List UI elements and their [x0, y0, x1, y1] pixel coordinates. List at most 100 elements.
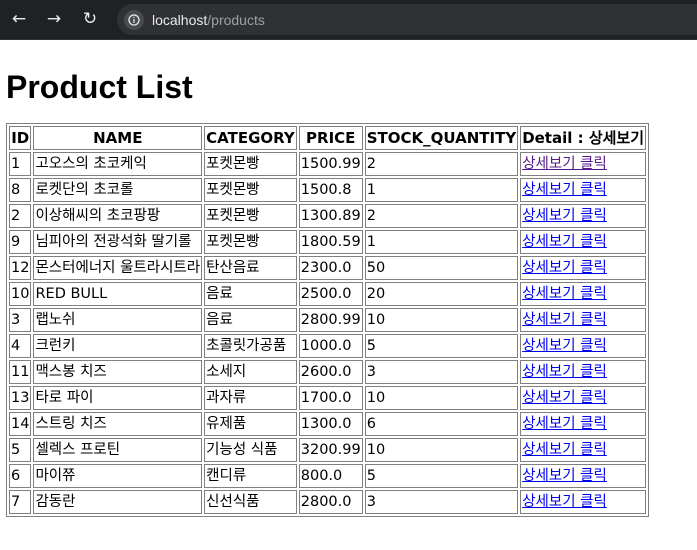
cell-name: 이상해씨의 초코팡팡 — [33, 204, 203, 228]
site-info-icon[interactable] — [124, 9, 144, 30]
back-arrow-icon[interactable]: ← — [8, 8, 30, 30]
cell-stock: 10 — [364, 386, 519, 410]
cell-stock: 5 — [364, 334, 519, 358]
cell-id: 13 — [9, 386, 32, 410]
url-text[interactable]: localhost/products — [152, 12, 265, 28]
cell-category: 기능성 식품 — [204, 438, 297, 462]
cell-stock: 3 — [364, 360, 519, 384]
cell-id: 7 — [9, 490, 32, 514]
cell-stock: 1 — [364, 230, 519, 254]
browser-toolbar: ← → ↻ localhost/products — [0, 0, 697, 40]
cell-id: 10 — [9, 282, 32, 306]
table-body: 1 고오스의 초코케익 포켓몬빵 1500.99 2 상세보기 클릭 8 로켓단의 초코롤 포켓… — [9, 152, 647, 514]
cell-price: 800.0 — [298, 464, 363, 488]
cell-name: 로켓단의 초코롤 — [33, 178, 203, 202]
cell-detail: 상세보기 클릭 — [520, 490, 647, 514]
detail-link[interactable]: 상세보기 클릭 — [522, 364, 607, 380]
detail-link[interactable]: 상세보기 클릭 — [522, 390, 607, 406]
cell-name: 님피아의 전광석화 딸기롤 — [33, 230, 203, 254]
forward-arrow-icon[interactable]: → — [43, 8, 65, 30]
cell-id: 1 — [9, 152, 32, 176]
table-row: 12 몬스터에너지 울트라시트라 탄산음료 2300.0 50 상세보기 클릭 — [9, 256, 647, 280]
cell-stock: 1 — [364, 178, 519, 202]
detail-link[interactable]: 상세보기 클릭 — [522, 494, 607, 510]
address-bar[interactable]: localhost/products — [117, 4, 697, 35]
table-row: 2 이상해씨의 초코팡팡 포켓몬빵 1300.89 2 상세보기 클릭 — [9, 204, 647, 228]
detail-link[interactable]: 상세보기 클릭 — [522, 312, 607, 328]
detail-link[interactable]: 상세보기 클릭 — [522, 442, 607, 458]
table-row: 11 맥스봉 치즈 소세지 2600.0 3 상세보기 클릭 — [9, 360, 647, 384]
cell-detail: 상세보기 클릭 — [520, 360, 647, 384]
cell-detail: 상세보기 클릭 — [520, 438, 647, 462]
detail-link[interactable]: 상세보기 클릭 — [522, 156, 607, 172]
header-detail: Detail : 상세보기 — [520, 126, 647, 150]
cell-category: 포켓몬빵 — [204, 178, 297, 202]
header-name: NAME — [33, 126, 203, 150]
cell-price: 2500.0 — [298, 282, 363, 306]
cell-detail: 상세보기 클릭 — [520, 256, 647, 280]
cell-id: 2 — [9, 204, 32, 228]
header-id: ID — [9, 126, 32, 150]
cell-category: 유제품 — [204, 412, 297, 436]
cell-id: 3 — [9, 308, 32, 332]
detail-link[interactable]: 상세보기 클릭 — [522, 286, 607, 302]
detail-link[interactable]: 상세보기 클릭 — [522, 182, 607, 198]
cell-id: 8 — [9, 178, 32, 202]
cell-stock: 2 — [364, 152, 519, 176]
url-host: localhost — [152, 11, 208, 28]
cell-price: 1800.59 — [298, 230, 363, 254]
cell-name: 크런키 — [33, 334, 203, 358]
cell-name: 타로 파이 — [33, 386, 203, 410]
cell-detail: 상세보기 클릭 — [520, 152, 647, 176]
cell-name: 마이쮸 — [33, 464, 203, 488]
header-category: CATEGORY — [204, 126, 297, 150]
cell-price: 2600.0 — [298, 360, 363, 384]
cell-id: 14 — [9, 412, 32, 436]
cell-id: 9 — [9, 230, 32, 254]
cell-stock: 5 — [364, 464, 519, 488]
cell-name: 랩노쉬 — [33, 308, 203, 332]
cell-name: 몬스터에너지 울트라시트라 — [33, 256, 203, 280]
url-path: /products — [207, 11, 265, 28]
detail-link[interactable]: 상세보기 클릭 — [522, 234, 607, 250]
table-row: 1 고오스의 초코케익 포켓몬빵 1500.99 2 상세보기 클릭 — [9, 152, 647, 176]
cell-name: 맥스봉 치즈 — [33, 360, 203, 384]
cell-detail: 상세보기 클릭 — [520, 230, 647, 254]
cell-category: 탄산음료 — [204, 256, 297, 280]
cell-name: 셀렉스 프로틴 — [33, 438, 203, 462]
cell-detail: 상세보기 클릭 — [520, 178, 647, 202]
reload-icon[interactable]: ↻ — [79, 8, 101, 30]
product-table: ID NAME CATEGORY PRICE STOCK_QUANTITY De… — [6, 123, 650, 517]
table-row: 7 감동란 신선식품 2800.0 3 상세보기 클릭 — [9, 490, 647, 514]
cell-price: 1500.8 — [298, 178, 363, 202]
cell-price: 1300.0 — [298, 412, 363, 436]
cell-id: 11 — [9, 360, 32, 384]
cell-category: 초콜릿가공품 — [204, 334, 297, 358]
cell-stock: 10 — [364, 438, 519, 462]
cell-stock: 10 — [364, 308, 519, 332]
table-row: 6 마이쮸 캔디류 800.0 5 상세보기 클릭 — [9, 464, 647, 488]
cell-detail: 상세보기 클릭 — [520, 386, 647, 410]
cell-price: 2800.99 — [298, 308, 363, 332]
table-row: 5 셀렉스 프로틴 기능성 식품 3200.99 10 상세보기 클릭 — [9, 438, 647, 462]
cell-detail: 상세보기 클릭 — [520, 204, 647, 228]
header-price: PRICE — [298, 126, 363, 150]
table-row: 3 랩노쉬 음료 2800.99 10 상세보기 클릭 — [9, 308, 647, 332]
detail-link[interactable]: 상세보기 클릭 — [522, 260, 607, 276]
detail-link[interactable]: 상세보기 클릭 — [522, 468, 607, 484]
table-header-row: ID NAME CATEGORY PRICE STOCK_QUANTITY De… — [9, 126, 647, 150]
table-row: 4 크런키 초콜릿가공품 1000.0 5 상세보기 클릭 — [9, 334, 647, 358]
cell-price: 1700.0 — [298, 386, 363, 410]
detail-link[interactable]: 상세보기 클릭 — [522, 338, 607, 354]
page-content: Product List ID NAME CATEGORY PRICE STOC… — [0, 67, 697, 517]
detail-link[interactable]: 상세보기 클릭 — [522, 416, 607, 432]
cell-category: 과자류 — [204, 386, 297, 410]
cell-category: 소세지 — [204, 360, 297, 384]
cell-category: 신선식품 — [204, 490, 297, 514]
cell-detail: 상세보기 클릭 — [520, 308, 647, 332]
page-title: Product List — [6, 69, 193, 105]
cell-category: 음료 — [204, 308, 297, 332]
table-row: 14 스트링 치즈 유제품 1300.0 6 상세보기 클릭 — [9, 412, 647, 436]
cell-detail: 상세보기 클릭 — [520, 334, 647, 358]
detail-link[interactable]: 상세보기 클릭 — [522, 208, 607, 224]
